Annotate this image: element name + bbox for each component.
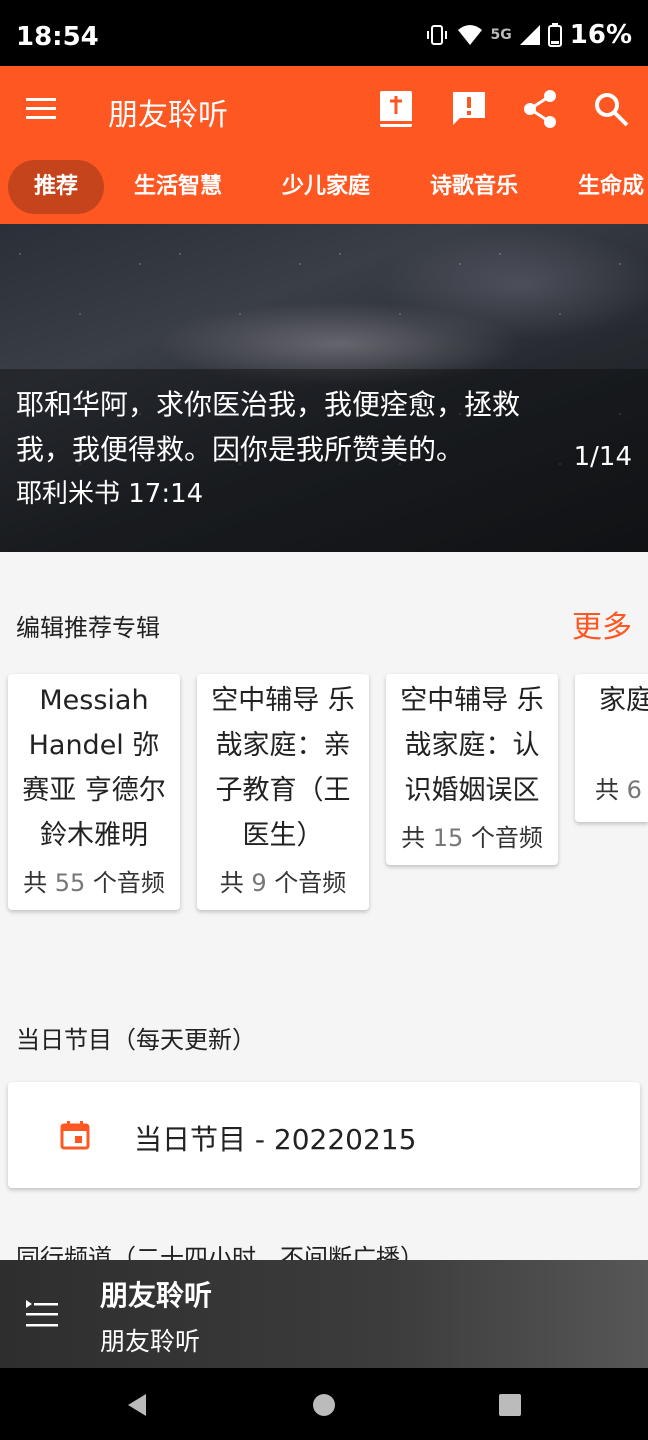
player-title: 朋友聆听 — [100, 1279, 213, 1312]
album-title: 家庭 — [599, 685, 648, 716]
system-nav-bar — [0, 1368, 648, 1440]
status-icons: 5G 16% — [425, 20, 632, 50]
daily-section-title: 当日节目（每天更新） — [16, 1026, 256, 1054]
album-card[interactable]: 空中辅导 乐哉家庭：亲子教育（王医生） 共 9 个音频 — [197, 674, 369, 910]
feedback-icon[interactable] — [448, 88, 490, 130]
vibrate-icon — [426, 25, 447, 45]
banner-counter: 1/14 — [573, 442, 632, 472]
queue-icon[interactable] — [24, 1298, 60, 1330]
status-bar: 18:54 5G 16% — [0, 0, 648, 66]
banner-reference: 耶利米书 17:14 — [16, 479, 204, 509]
wifi-icon — [457, 25, 482, 45]
back-icon[interactable] — [124, 1392, 150, 1418]
daily-program-item[interactable]: 当日节目 - 20220215 — [8, 1082, 640, 1188]
category-tabs: 推荐 生活智慧 少儿家庭 诗歌音乐 生命成 — [0, 152, 648, 224]
app-bar: 朋友聆听 — [0, 66, 648, 152]
mini-player[interactable]: 朋友聆听 朋友聆听 — [0, 1260, 648, 1368]
album-card[interactable]: Messiah Handel 弥赛亚 亨德尔 鈴木雅明 共 55 个音频 — [8, 674, 180, 910]
verse-banner[interactable]: 耶和华阿，求你医治我，我便痊愈，拯救我，我便得救。因你是我所赞美的。 耶利米书 … — [0, 224, 648, 552]
tab-hymns-music[interactable]: 诗歌音乐 — [430, 160, 518, 214]
banner-verse: 耶和华阿，求你医治我，我便痊愈，拯救我，我便得救。因你是我所赞美的。 — [16, 388, 521, 466]
calendar-icon — [60, 1121, 90, 1150]
battery-icon — [547, 23, 562, 47]
album-count: 共 55 个音频 — [23, 869, 165, 897]
album-count: 共 9 个音频 — [219, 869, 347, 897]
album-title: Messiah Handel 弥赛亚 亨德尔 鈴木雅明 — [22, 685, 166, 851]
recents-icon[interactable] — [497, 1392, 523, 1418]
app-title: 朋友聆听 — [108, 98, 228, 133]
album-card[interactable]: 空中辅导 乐哉家庭：认识婚姻误区 共 15 个音频 — [386, 674, 558, 865]
albums-section-title: 编辑推荐专辑 — [16, 614, 160, 642]
tab-life-wisdom[interactable]: 生活智慧 — [134, 160, 222, 214]
album-count: 共 15 个音频 — [401, 824, 543, 852]
status-time: 18:54 — [16, 22, 99, 52]
signal-icon — [519, 25, 540, 45]
tab-life-growth[interactable]: 生命成 — [578, 160, 644, 214]
battery-percent: 16% — [569, 20, 632, 50]
tab-recommend[interactable]: 推荐 — [8, 160, 105, 214]
more-button[interactable]: 更多 — [572, 602, 632, 646]
album-title: 空中辅导 乐哉家庭：认识婚姻误区 — [400, 685, 544, 806]
network-type: 5G — [490, 27, 512, 43]
bible-icon[interactable] — [376, 88, 418, 130]
daily-program-label: 当日节目 - 20220215 — [134, 1123, 417, 1156]
album-title: 空中辅导 乐哉家庭：亲子教育（王医生） — [211, 685, 355, 851]
menu-icon[interactable] — [24, 94, 58, 124]
tab-children-family[interactable]: 少儿家庭 — [282, 160, 370, 214]
player-subtitle: 朋友聆听 — [100, 1327, 201, 1356]
album-count: 共 6 个 — [595, 776, 642, 804]
home-icon[interactable] — [311, 1392, 337, 1418]
search-icon[interactable] — [590, 88, 632, 130]
share-icon[interactable] — [520, 88, 562, 130]
album-card[interactable]: 家庭 共 6 个 — [575, 674, 648, 822]
